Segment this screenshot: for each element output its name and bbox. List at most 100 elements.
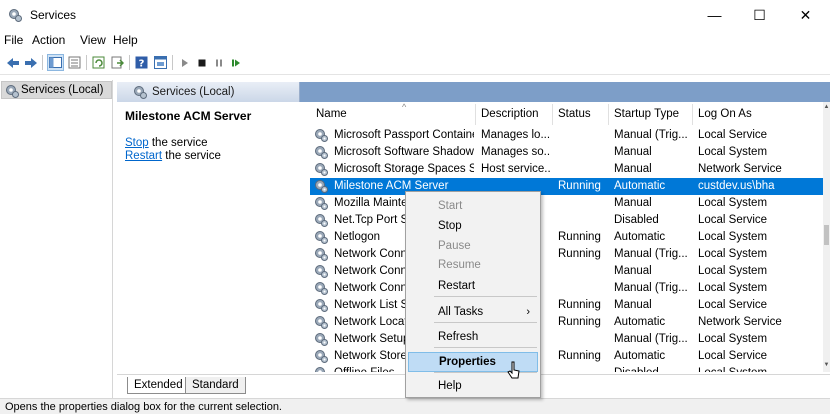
cell-log-on-as: Network Service bbox=[698, 316, 782, 328]
context-menu-item-stop[interactable]: Stop bbox=[408, 216, 538, 236]
table-row[interactable]: Mozilla Mainter...ManualLocal System bbox=[310, 195, 823, 212]
cell-log-on-as: Local System bbox=[698, 231, 768, 243]
scroll-down-icon[interactable]: ▼ bbox=[823, 362, 830, 368]
cell-log-on-as: Local Service bbox=[698, 214, 768, 226]
column-header-status[interactable]: Status bbox=[558, 108, 591, 120]
menu-action[interactable]: Action bbox=[32, 33, 65, 47]
menu-item-label: Properties bbox=[439, 356, 496, 368]
menu-separator bbox=[434, 296, 537, 297]
menu-help[interactable]: Help bbox=[113, 33, 138, 47]
cell-startup-type: Manual bbox=[614, 197, 652, 209]
panel-tab: Services (Local) bbox=[117, 82, 300, 102]
service-details-pane: Milestone ACM Server Stop the service Re… bbox=[117, 102, 309, 372]
table-row[interactable]: Network Conne.Manual (Trig...Local Syste… bbox=[310, 280, 823, 297]
tab-standard[interactable]: Standard bbox=[185, 377, 246, 394]
table-row[interactable]: Offline FilesDisabledLocal System bbox=[310, 365, 823, 372]
services-icon bbox=[5, 84, 19, 101]
cell-log-on-as: Local System bbox=[698, 333, 768, 345]
menu-item-label: Pause bbox=[438, 240, 471, 252]
table-row[interactable]: Net.Tcp Port Sh...DisabledLocal Service bbox=[310, 212, 823, 229]
cell-status: Running bbox=[558, 180, 601, 192]
export-list-icon[interactable] bbox=[109, 54, 126, 71]
table-row[interactable]: Microsoft Software Shadow... Manages so..… bbox=[310, 144, 823, 161]
stop-service-link[interactable]: Stop bbox=[125, 137, 149, 149]
table-row[interactable]: Network Conne...RunningManual (Trig...Lo… bbox=[310, 246, 823, 263]
column-header-name[interactable]: Name bbox=[316, 108, 347, 120]
cell-log-on-as: Network Service bbox=[698, 163, 782, 175]
service-gear-icon bbox=[314, 179, 329, 194]
cell-log-on-as: Local System bbox=[698, 367, 808, 372]
table-row[interactable]: Network Store I...RunningAutomaticLocal … bbox=[310, 348, 823, 365]
service-gear-icon bbox=[314, 162, 329, 177]
stop-service-icon[interactable] bbox=[193, 54, 210, 71]
table-row[interactable]: Network List Se..RunningManualLocal Serv… bbox=[310, 297, 823, 314]
restart-service-icon[interactable] bbox=[227, 54, 244, 71]
cell-startup-type: Manual (Trig... bbox=[614, 129, 688, 141]
column-header-startup-type[interactable]: Startup Type bbox=[614, 108, 679, 120]
column-divider[interactable] bbox=[608, 104, 609, 125]
column-divider[interactable] bbox=[475, 104, 476, 125]
toolbar-separator bbox=[129, 55, 130, 70]
service-gear-icon bbox=[314, 264, 329, 279]
table-row[interactable]: Milestone ACM Server Running Automatic cust… bbox=[310, 178, 823, 195]
selected-service-name: Milestone ACM Server bbox=[125, 109, 252, 123]
tab-extended[interactable]: Extended bbox=[127, 377, 190, 394]
console-tree-icon[interactable] bbox=[47, 54, 64, 71]
table-row[interactable]: Network Setup...Manual (Trig...Local Sys… bbox=[310, 331, 823, 348]
maximize-button[interactable]: ☐ bbox=[737, 0, 782, 30]
service-gear-icon bbox=[314, 196, 329, 211]
table-row[interactable]: Microsoft Storage Spaces S... Host servic… bbox=[310, 161, 823, 178]
status-text: Opens the properties dialog box for the … bbox=[5, 401, 282, 413]
restart-service-link[interactable]: Restart bbox=[125, 150, 162, 162]
menu-separator bbox=[434, 347, 537, 348]
scroll-up-icon[interactable]: ▲ bbox=[823, 104, 830, 110]
column-divider[interactable] bbox=[552, 104, 553, 125]
chevron-right-icon: › bbox=[526, 306, 530, 318]
minimize-button[interactable]: — bbox=[692, 0, 737, 30]
menu-separator bbox=[434, 372, 537, 373]
table-row[interactable]: Microsoft Passport Container Manages lo..… bbox=[310, 127, 823, 144]
cell-name: Microsoft Storage Spaces S... bbox=[334, 163, 474, 175]
start-service-icon[interactable] bbox=[176, 54, 193, 71]
menu-view[interactable]: View bbox=[80, 33, 106, 47]
mouse-cursor-icon bbox=[507, 361, 521, 384]
help-icon[interactable]: ? bbox=[133, 54, 150, 71]
panel-header: Services (Local) bbox=[117, 82, 830, 102]
column-header-description[interactable]: Description bbox=[481, 108, 539, 120]
table-row[interactable]: Network Locati..RunningAutomaticNetwork … bbox=[310, 314, 823, 331]
status-bar: Opens the properties dialog box for the … bbox=[0, 398, 830, 414]
menu-bar: File Action View Help bbox=[0, 30, 830, 50]
column-header-log-on-as[interactable]: Log On As bbox=[698, 108, 752, 120]
forward-icon[interactable] bbox=[22, 54, 39, 71]
menu-file[interactable]: File bbox=[4, 33, 23, 47]
cell-name: Microsoft Software Shadow... bbox=[334, 146, 474, 158]
tree-item-services-local[interactable]: Services (Local) bbox=[1, 81, 112, 99]
context-menu-item-all-tasks[interactable]: All Tasks › bbox=[408, 302, 538, 322]
menu-item-label: All Tasks bbox=[438, 306, 484, 318]
properties-icon[interactable] bbox=[66, 54, 83, 71]
cell-log-on-as: Local System bbox=[698, 248, 768, 260]
cell-log-on-as: Local System bbox=[698, 282, 768, 294]
scrollbar-thumb[interactable] bbox=[824, 225, 829, 245]
cell-name: Microsoft Passport Container bbox=[334, 129, 474, 141]
back-icon[interactable] bbox=[4, 54, 21, 71]
cell-description: Manages lo... bbox=[481, 129, 551, 141]
table-row[interactable]: Netlogon...RunningAutomaticLocal System bbox=[310, 229, 823, 246]
console-icon[interactable] bbox=[152, 54, 169, 71]
column-divider[interactable] bbox=[692, 104, 693, 125]
cell-startup-type: Manual bbox=[614, 265, 652, 277]
menu-item-label: Stop bbox=[438, 220, 462, 232]
context-menu-item-refresh[interactable]: Refresh bbox=[408, 327, 538, 347]
context-menu-item-restart[interactable]: Restart bbox=[408, 276, 538, 296]
vertical-scrollbar[interactable]: ▲ ▼ bbox=[823, 102, 830, 372]
service-gear-icon bbox=[314, 128, 329, 143]
refresh-icon[interactable] bbox=[90, 54, 107, 71]
pause-service-icon[interactable] bbox=[210, 54, 227, 71]
table-row[interactable]: Network Conne.ManualLocal System bbox=[310, 263, 823, 280]
sort-ascending-icon: ^ bbox=[402, 102, 407, 112]
close-button[interactable]: ✕ bbox=[783, 0, 828, 30]
service-gear-icon bbox=[314, 332, 329, 347]
menu-item-label: Restart bbox=[438, 280, 476, 292]
cell-status: Running bbox=[558, 231, 601, 243]
cell-log-on-as: Local Service bbox=[698, 129, 768, 141]
